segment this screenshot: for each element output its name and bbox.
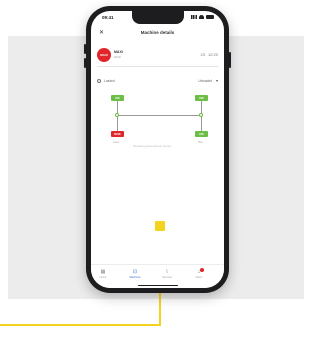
alert-badge bbox=[200, 268, 204, 272]
brand-logo: MAXI bbox=[97, 48, 111, 62]
tab-label: Services bbox=[162, 276, 172, 279]
phone-screen: 09:41 ✕ Machine details MAXI MAXI 2010 2… bbox=[91, 11, 224, 288]
tab-label: Machines bbox=[129, 276, 141, 279]
tab-home[interactable]: ▦ Home bbox=[93, 269, 113, 279]
callout-line-horizontal bbox=[0, 324, 161, 326]
wheel-node-rear-left[interactable]: NOK bbox=[111, 131, 124, 137]
divider bbox=[97, 66, 218, 67]
tab-bar: ▦ Home ⊡ Machines ⌇ Services ♫ Alerts bbox=[91, 264, 224, 288]
wheel-node-front-right[interactable]: OK bbox=[195, 95, 208, 101]
filter-row[interactable]: Loaded Unloaded ▾ bbox=[97, 78, 218, 86]
grid-icon: ▦ bbox=[100, 269, 106, 275]
device-metrics: 23 12:20 bbox=[201, 52, 218, 57]
screen-header: ✕ Machine details bbox=[91, 27, 224, 39]
phone-notch bbox=[131, 11, 184, 24]
tab-machines[interactable]: ⊡ Machines bbox=[125, 269, 145, 279]
filter-left-label: Loaded bbox=[104, 79, 115, 83]
phone-frame: 09:41 ✕ Machine details MAXI MAXI 2010 2… bbox=[84, 6, 231, 293]
status-time: 09:41 bbox=[102, 15, 114, 20]
status-icons bbox=[191, 15, 214, 19]
page-title: Machine details bbox=[140, 30, 175, 35]
device-summary[interactable]: MAXI MAXI 2010 23 12:20 bbox=[97, 48, 218, 62]
axle-crossbar bbox=[117, 115, 201, 116]
chevron-down-icon[interactable]: ▾ bbox=[216, 78, 218, 83]
filter-right-label: Unloaded bbox=[198, 79, 212, 83]
machine-icon: ⊡ bbox=[132, 269, 138, 275]
device-subtitle: 2010 bbox=[114, 55, 121, 59]
signal-icon bbox=[191, 15, 197, 19]
axle-joint bbox=[199, 113, 203, 117]
volume-down-button bbox=[84, 58, 86, 68]
device-metric: 23 bbox=[200, 52, 205, 57]
home-indicator bbox=[137, 284, 178, 286]
wifi-icon bbox=[199, 15, 204, 19]
battery-icon bbox=[206, 15, 214, 19]
tab-label: Alerts bbox=[195, 276, 203, 279]
axle-diagram: OK OK NOK OK Loss Tire Remaining wear an… bbox=[103, 91, 213, 151]
device-name: MAXI bbox=[114, 50, 123, 54]
tab-alerts[interactable]: ♫ Alerts bbox=[189, 268, 209, 279]
callout-marker bbox=[155, 221, 165, 231]
device-metric: 12:20 bbox=[207, 52, 218, 57]
radio-icon[interactable] bbox=[97, 79, 101, 83]
diagram-note: Remaining wear and tear are fine bbox=[133, 145, 172, 148]
wrench-icon: ⌇ bbox=[165, 269, 169, 275]
node-caption: Loss bbox=[113, 140, 119, 144]
node-caption: Tire bbox=[198, 140, 203, 144]
tab-services[interactable]: ⌇ Services bbox=[157, 269, 177, 279]
bell-icon: ♫ bbox=[197, 269, 201, 275]
volume-up-button bbox=[84, 44, 86, 54]
wheel-node-front-left[interactable]: OK bbox=[111, 95, 124, 101]
tab-label: Home bbox=[99, 276, 107, 279]
power-button bbox=[229, 52, 231, 68]
wheel-node-rear-right[interactable]: OK bbox=[195, 131, 208, 137]
axle-joint bbox=[115, 113, 119, 117]
